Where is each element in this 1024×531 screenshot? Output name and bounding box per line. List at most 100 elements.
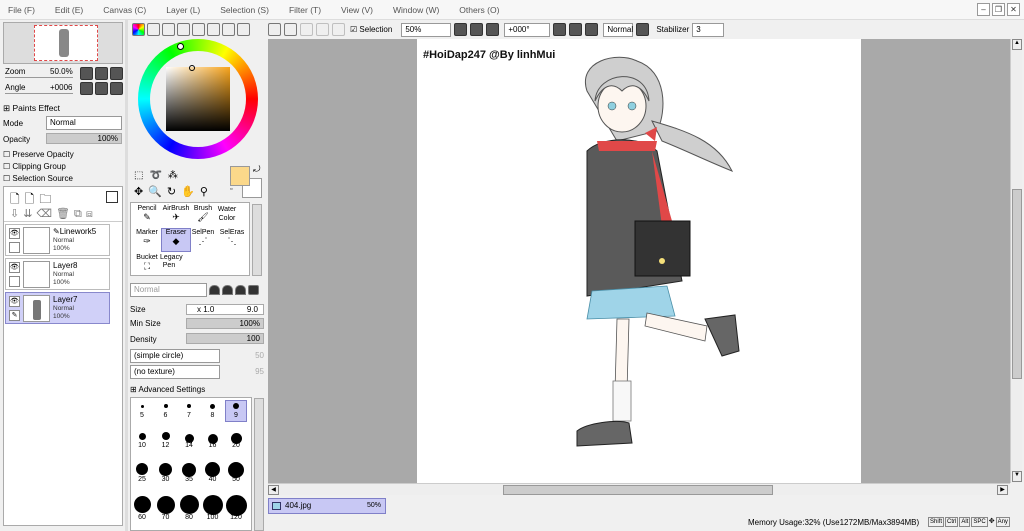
shape-soft-icon[interactable] bbox=[222, 285, 233, 295]
restore-icon[interactable]: ❐ bbox=[992, 3, 1005, 16]
tool-selpen[interactable]: SelPen ⋰ bbox=[187, 229, 219, 247]
menu-file[interactable]: File (F) bbox=[8, 5, 35, 15]
rotate-icon[interactable]: ↻ bbox=[167, 186, 181, 198]
tool-legacy-pen[interactable]: Legacy Pen bbox=[160, 254, 192, 270]
swatch-tab-icon[interactable] bbox=[192, 23, 205, 36]
clear-layer-icon[interactable]: ⌫ bbox=[36, 208, 56, 220]
min-size-slider[interactable]: 100% bbox=[186, 318, 264, 329]
eye-icon[interactable]: 👁 bbox=[9, 228, 20, 239]
opacity-slider[interactable]: 100% bbox=[46, 133, 122, 144]
saturation-value-square[interactable] bbox=[166, 65, 230, 131]
hsv-slider-tab-icon[interactable] bbox=[162, 23, 175, 36]
menu-selection[interactable]: Selection (S) bbox=[220, 5, 269, 15]
hand-icon[interactable]: ✋ bbox=[181, 186, 200, 198]
zoom-out-icon[interactable] bbox=[80, 67, 93, 80]
tool-brush[interactable]: Brush 🖌 bbox=[187, 205, 219, 223]
layer-item-layer8[interactable]: 👁 Layer8 Normal 100% bbox=[5, 258, 110, 290]
tool-grid-scrollbar[interactable] bbox=[252, 204, 262, 276]
layer-item-linework5[interactable]: 👁 ✎Linework5 Normal 100% bbox=[5, 224, 110, 256]
color-wheel-tab-icon[interactable] bbox=[132, 23, 145, 36]
user-swatch-tab-icon[interactable] bbox=[222, 23, 235, 36]
rotate-right-icon[interactable] bbox=[95, 82, 108, 95]
eye-icon[interactable]: 👁 bbox=[9, 296, 20, 307]
canvas-mode-select[interactable]: Normal bbox=[603, 22, 634, 37]
shape-medium-icon[interactable] bbox=[235, 285, 246, 295]
color-panel-menu-icon[interactable] bbox=[237, 23, 250, 36]
shape-round-icon[interactable] bbox=[209, 285, 220, 295]
flip-icon[interactable] bbox=[636, 23, 650, 36]
clipping-group-checkbox[interactable]: ☐ Clipping Group bbox=[3, 162, 66, 171]
lasso-icon[interactable]: ➰ bbox=[149, 170, 167, 181]
rgb-slider-tab-icon[interactable] bbox=[147, 23, 160, 36]
zoom-slider[interactable] bbox=[5, 77, 73, 78]
transparent-color-icon[interactable]: ▫ bbox=[230, 186, 232, 193]
rotate-left-icon[interactable] bbox=[80, 82, 93, 95]
layer-item-layer7[interactable]: 👁 ✎ Layer7 Normal 100% bbox=[5, 292, 110, 324]
rotate-reset-icon[interactable] bbox=[110, 82, 123, 95]
angle-slider[interactable] bbox=[5, 93, 73, 94]
menu-canvas[interactable]: Canvas (C) bbox=[103, 5, 146, 15]
new-folder-icon[interactable]: 🗀 bbox=[39, 192, 56, 206]
tool-pencil[interactable]: Pencil ✎ bbox=[131, 205, 163, 223]
size-slider[interactable]: x 1.0 9.0 bbox=[186, 304, 264, 315]
advanced-settings-toggle[interactable]: ⊞ Advanced Settings bbox=[130, 385, 205, 394]
zoom-in-icon[interactable] bbox=[95, 67, 108, 80]
canvas-viewport[interactable]: #HoiDap247 @By linhMui bbox=[268, 39, 1010, 483]
toolbar-zoom-reset-icon[interactable] bbox=[486, 23, 500, 36]
pen-lock-icon[interactable]: ✎ bbox=[9, 310, 20, 321]
brush-texture-select[interactable]: (no texture) bbox=[130, 365, 220, 379]
menu-view[interactable]: View (V) bbox=[341, 5, 373, 15]
hue-marker[interactable] bbox=[177, 43, 184, 50]
panel-splitter[interactable] bbox=[125, 20, 128, 531]
density-slider[interactable]: 100 bbox=[186, 333, 264, 344]
tool-bucket[interactable]: Bucket ⛶ bbox=[131, 254, 163, 272]
swap-colors-icon[interactable]: ⤾ bbox=[253, 164, 261, 175]
tool-seleras[interactable]: SelEras ⋱ bbox=[216, 229, 248, 247]
canvas-horizontal-scrollbar[interactable]: ◀ ▶ bbox=[268, 483, 1010, 495]
invert-selection-icon[interactable] bbox=[316, 23, 329, 36]
copy-layer-icon[interactable]: ⧉ bbox=[74, 208, 86, 220]
lock-toggle[interactable] bbox=[9, 242, 20, 253]
toolbar-zoom-in-icon[interactable] bbox=[470, 23, 484, 36]
move-icon[interactable]: ✥ bbox=[134, 186, 148, 198]
toolbar-rotate-reset-icon[interactable] bbox=[585, 23, 599, 36]
toolbar-rotate-left-icon[interactable] bbox=[553, 23, 567, 36]
new-layer-icon[interactable]: 🗋 bbox=[10, 192, 25, 206]
zoom-reset-icon[interactable] bbox=[110, 67, 123, 80]
shape-flat-icon[interactable] bbox=[248, 285, 259, 295]
angle-select[interactable]: +000° bbox=[504, 22, 551, 37]
brush-shape-select[interactable]: (simple circle) bbox=[130, 349, 220, 363]
deselect-icon[interactable] bbox=[300, 23, 313, 36]
zoom-icon[interactable]: 🔍 bbox=[148, 186, 167, 198]
selection-toggle[interactable]: ☑ Selection bbox=[350, 25, 392, 34]
clear-icon[interactable] bbox=[332, 23, 345, 36]
preserve-opacity-checkbox[interactable]: ☐ Preserve Opacity bbox=[3, 150, 74, 159]
paints-effect-header[interactable]: ⊞ Paints Effect bbox=[3, 103, 60, 114]
canvas-image[interactable]: #HoiDap247 @By linhMui bbox=[417, 39, 861, 483]
menu-layer[interactable]: Layer (L) bbox=[166, 5, 200, 15]
toolbar-rotate-right-icon[interactable] bbox=[569, 23, 583, 36]
stabilizer-select[interactable]: 3 bbox=[692, 22, 725, 37]
minimize-icon[interactable]: – bbox=[977, 3, 990, 16]
selection-source-checkbox[interactable]: ☐ Selection Source bbox=[3, 174, 73, 183]
delete-layer-icon[interactable]: 🗑 bbox=[56, 208, 74, 220]
menu-others[interactable]: Others (O) bbox=[459, 5, 499, 15]
new-linework-icon[interactable]: 🗋 bbox=[25, 192, 40, 206]
merge-visible-icon[interactable]: ⧈ bbox=[86, 208, 97, 220]
merge-down-icon[interactable]: ⇊ bbox=[23, 208, 36, 220]
mode-select[interactable]: Normal bbox=[46, 116, 122, 130]
menu-window[interactable]: Window (W) bbox=[393, 5, 439, 15]
canvas-vertical-scrollbar[interactable]: ▲ ▼ bbox=[1010, 39, 1022, 483]
rect-select-icon[interactable]: ⬚ bbox=[134, 170, 149, 181]
lock-toggle[interactable] bbox=[9, 276, 20, 287]
eye-icon[interactable]: 👁 bbox=[9, 262, 20, 273]
scratchpad-tab-icon[interactable] bbox=[207, 23, 220, 36]
transfer-down-icon[interactable]: ⇩ bbox=[10, 208, 23, 220]
redo-icon[interactable] bbox=[284, 23, 297, 36]
toolbar-zoom-out-icon[interactable] bbox=[454, 23, 468, 36]
zoom-select[interactable]: 50% bbox=[401, 22, 452, 37]
menu-edit[interactable]: Edit (E) bbox=[55, 5, 83, 15]
blend-mode-select[interactable]: Normal bbox=[130, 283, 207, 297]
tool-water-color[interactable]: Water Color bbox=[216, 205, 248, 223]
close-icon[interactable]: ✕ bbox=[1007, 3, 1020, 16]
